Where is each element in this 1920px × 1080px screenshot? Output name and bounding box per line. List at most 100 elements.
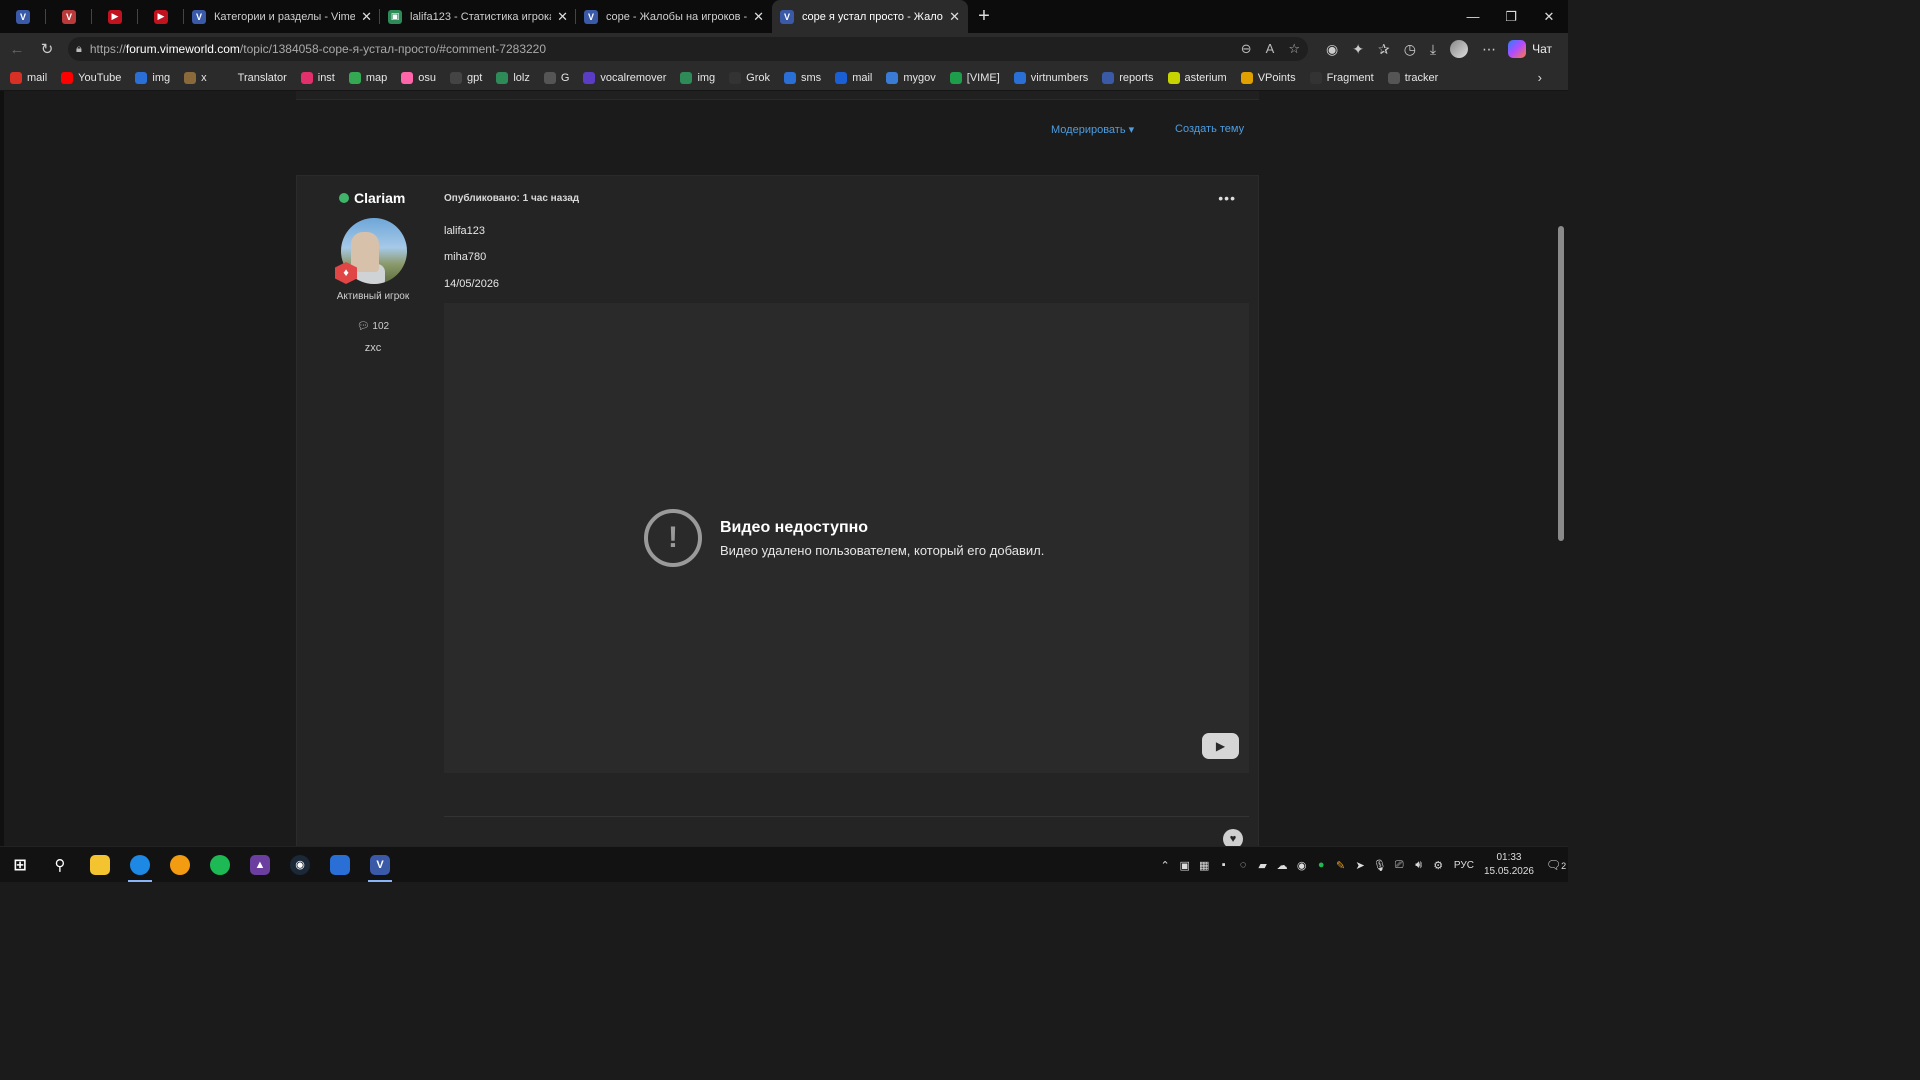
bookmark-item[interactable]: G [543, 71, 569, 84]
tab-title: cope - Жалобы на игроков - VimeWorld [606, 10, 748, 23]
bookmark-item[interactable]: Fragment [1309, 71, 1374, 84]
bookmark-item[interactable]: YouTube [61, 71, 121, 84]
bookmark-item[interactable]: asterium [1167, 71, 1227, 84]
taskbar-spotify[interactable] [200, 847, 240, 883]
close-icon[interactable]: ✕ [557, 9, 568, 25]
tab-pinned-1[interactable]: V [0, 0, 46, 33]
taskbar-edge[interactable] [120, 847, 160, 883]
bookmark-item[interactable]: [VIME] [949, 71, 1000, 84]
tray-app-icon[interactable]: ▣ [1175, 859, 1195, 872]
tray-overflow-chevron-icon[interactable]: ⌃ [1155, 859, 1175, 872]
more-menu-icon[interactable]: ⋯ [1482, 41, 1496, 58]
taskbar-app-blue[interactable] [320, 847, 360, 883]
tab-pinned-3[interactable]: ▶ [92, 0, 138, 33]
microphone-icon[interactable]: 🎙︎ [1370, 859, 1390, 872]
bookmark-item[interactable]: virtnumbers [1013, 71, 1088, 84]
bookmark-item[interactable]: VPoints [1240, 71, 1296, 84]
tab-current-topic[interactable]: V cope я устал просто - Жалобы на игроко… [772, 0, 968, 33]
taskbar-app-orange[interactable] [160, 847, 200, 883]
tab-categories[interactable]: V Категории и разделы - VimeWorld ✕ [184, 0, 380, 33]
bookmark-item[interactable]: tracker [1387, 71, 1438, 84]
clock[interactable]: 01:33 15.05.2026 [1484, 851, 1534, 879]
taskbar-file-explorer[interactable] [80, 847, 120, 883]
reload-button[interactable]: ↻ [32, 40, 62, 58]
browser-toolbar: ← ↻ 🔒︎ https://forum.vimeworld.com/topic… [0, 33, 1568, 65]
bookmark-item[interactable]: lolz [496, 71, 530, 84]
bookmark-item[interactable]: mail [10, 71, 47, 84]
bookmark-item[interactable]: osu [401, 71, 436, 84]
bookmarks-overflow-chevron-icon[interactable]: › [1538, 70, 1542, 85]
copilot-button[interactable]: Чат [1508, 40, 1552, 58]
bookmark-item[interactable]: mail [835, 71, 872, 84]
tray-app-icon[interactable]: ✎ [1331, 859, 1351, 872]
scrollbar-thumb[interactable] [1558, 226, 1564, 541]
bookmark-item[interactable]: vocalremover [583, 71, 666, 84]
author-name-row[interactable]: Clariam [339, 190, 405, 206]
back-button[interactable]: ← [2, 41, 32, 58]
network-icon[interactable]: ⎚ [1389, 859, 1409, 872]
author-name[interactable]: Clariam [354, 190, 405, 206]
taskbar-vimeworld[interactable]: V [360, 847, 400, 883]
youtube-icon: ▶ [154, 9, 168, 24]
favorites-icon[interactable]: ✰ [1378, 41, 1390, 58]
tray-app-icon[interactable]: ▦ [1194, 859, 1214, 872]
youtube-logo-icon[interactable]: ▶ [1202, 733, 1239, 759]
history-icon[interactable]: ◷ [1404, 41, 1416, 58]
taskbar-steam[interactable]: ◉ [280, 847, 320, 883]
bookmark-item[interactable]: inst [300, 71, 335, 84]
profile-avatar[interactable] [1450, 40, 1469, 58]
nvidia-icon[interactable]: ▰ [1253, 859, 1273, 872]
read-aloud-icon[interactable]: A [1266, 41, 1275, 57]
site-info-icon[interactable]: 🔒︎ [76, 43, 82, 56]
bookmark-item[interactable]: sms [784, 71, 821, 84]
new-tab-button[interactable]: + [968, 0, 1000, 33]
close-icon[interactable]: ✕ [753, 9, 764, 25]
spotify-tray-icon[interactable]: ● [1311, 859, 1331, 871]
tab-player-stats[interactable]: ▣ lalifa123 - Статистика игрока VimeWorl… [380, 0, 576, 33]
bookmark-item[interactable]: map [348, 71, 387, 84]
volume-icon[interactable]: 🔊︎ [1409, 859, 1429, 872]
close-icon[interactable]: ✕ [949, 9, 960, 25]
minimize-button[interactable]: — [1454, 0, 1492, 33]
notifications-button[interactable]: 🗨︎2 [1544, 858, 1568, 872]
tray-app-icon[interactable]: ☁ [1272, 859, 1292, 872]
tray-app-icon[interactable]: ▪ [1214, 859, 1234, 871]
downloads-icon[interactable]: ⤓ [1430, 41, 1436, 58]
close-window-button[interactable]: ✕ [1530, 0, 1568, 33]
stats-icon: ▣ [388, 9, 402, 24]
taskbar-app-purple[interactable]: ▲ [240, 847, 280, 883]
settings-gear-icon[interactable]: ⚙ [1428, 859, 1448, 872]
tab-complaints[interactable]: V cope - Жалобы на игроков - VimeWorld ✕ [576, 0, 772, 33]
favorite-star-icon[interactable]: ☆ [1288, 41, 1300, 57]
steam-tray-icon[interactable]: ◉ [1292, 859, 1312, 872]
tab-pinned-4[interactable]: ▶ [138, 0, 184, 33]
bookmark-item[interactable]: reports [1102, 71, 1154, 84]
bookmark-item[interactable]: gpt [450, 71, 482, 84]
create-topic-link[interactable]: Создать тему [1175, 123, 1244, 135]
bookmark-item[interactable]: mygov [886, 71, 936, 84]
moderate-link[interactable]: Модерировать ▾ [1051, 123, 1134, 136]
extensions-puzzle-icon[interactable]: ✦ [1352, 41, 1364, 58]
embedded-video[interactable]: ! Видео недоступно Видео удалено пользов… [444, 303, 1249, 773]
post-menu-icon[interactable]: ••• [1218, 190, 1236, 206]
extension-icon[interactable]: ◉ [1326, 41, 1338, 58]
telegram-icon[interactable]: ➤ [1350, 859, 1370, 872]
language-indicator[interactable]: РУС [1454, 860, 1474, 871]
page-scrollbar[interactable] [1554, 91, 1568, 846]
tray-app-icon[interactable]: ◌ [1233, 859, 1253, 871]
bookmark-label: asterium [1184, 71, 1227, 84]
gmail-icon [10, 71, 22, 84]
start-button[interactable]: ⊞ [0, 847, 40, 883]
restore-button[interactable]: ❐ [1492, 0, 1530, 33]
bookmark-item[interactable]: Translator [220, 71, 287, 84]
close-icon[interactable]: ✕ [361, 9, 372, 25]
tab-pinned-2[interactable]: V [46, 0, 92, 33]
bookmark-item[interactable]: x [184, 71, 207, 84]
address-bar[interactable]: 🔒︎ https://forum.vimeworld.com/topic/138… [68, 37, 1308, 61]
reaction-heart-icon[interactable]: ♥ [1223, 829, 1243, 846]
zoom-icon[interactable]: ⊖ [1241, 41, 1252, 57]
bookmark-item[interactable]: Grok [729, 71, 770, 84]
search-button[interactable]: ⚲ [40, 847, 80, 883]
bookmark-item[interactable]: img [680, 71, 715, 84]
bookmark-item[interactable]: img [135, 71, 170, 84]
